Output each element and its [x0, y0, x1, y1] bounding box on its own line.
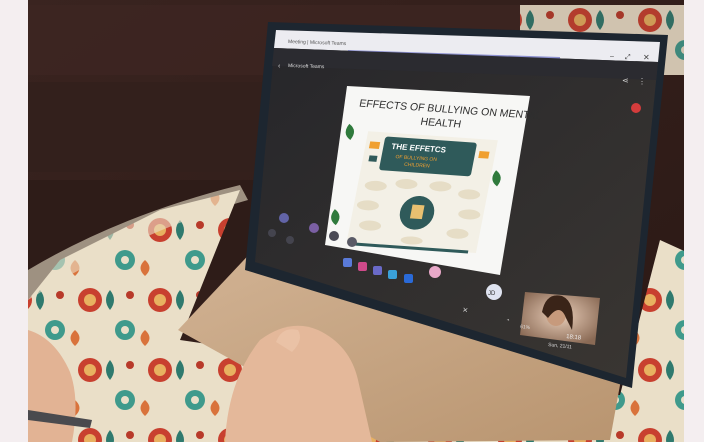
close-share-icon[interactable]: ✕ [462, 307, 469, 315]
more-options-icon[interactable]: ⋮ [638, 77, 646, 86]
side-blur [684, 0, 704, 442]
infographic-icon [368, 141, 381, 149]
dock-app-icon[interactable] [358, 262, 367, 271]
app-name: Microsoft Teams [288, 63, 325, 70]
window-close-icon[interactable]: ✕ [643, 53, 650, 62]
infographic-icon [368, 155, 378, 162]
participant-avatar[interactable] [286, 236, 294, 244]
participant-avatar[interactable] [329, 231, 339, 241]
participant-avatar[interactable] [268, 229, 276, 237]
photo-scene: Meeting | Microsoft Teams – ⤢ ✕ ‹ Micros… [0, 0, 704, 442]
dock-app-icon[interactable] [343, 258, 352, 267]
side-blur [0, 0, 28, 442]
dock-app-icon[interactable] [429, 266, 441, 278]
window-minimize-icon[interactable]: – [610, 53, 614, 60]
participant-avatar[interactable] [347, 237, 357, 247]
headboard-slat [28, 82, 268, 172]
dock-app-icon[interactable] [388, 270, 397, 279]
dock-app-icon[interactable] [404, 274, 413, 283]
dock-app-icon[interactable] [373, 266, 382, 275]
participant-avatar[interactable] [279, 213, 289, 223]
record-indicator-icon [631, 103, 641, 113]
wifi-icon: ◔ [506, 318, 510, 324]
battery-level: 61% [520, 324, 531, 331]
share-icon[interactable]: ⋖ [622, 76, 629, 85]
participant-initials: JD [488, 291, 496, 297]
infographic-icon [478, 151, 490, 159]
participant-avatar[interactable] [309, 223, 319, 233]
window-maximize-icon[interactable]: ⤢ [625, 54, 631, 61]
